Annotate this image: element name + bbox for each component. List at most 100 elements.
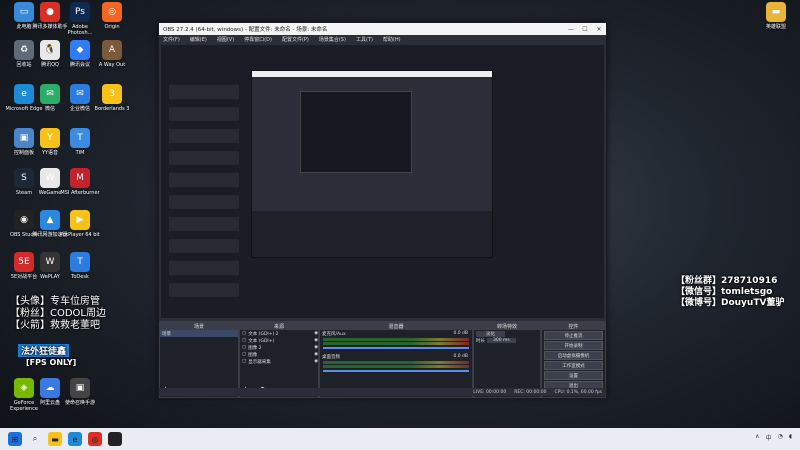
app-icon: A [102,40,122,60]
desktop-icon-label: MSI Afterburner [60,190,100,196]
source-item[interactable]: ▢ 文本 (GDI+) ◉ [240,337,318,344]
visibility-eye-icon[interactable]: ◉ [314,359,318,364]
mixer-header: 混音器 [320,322,472,330]
transition-duration[interactable]: 时长 300 ms [474,337,540,344]
chevron-up-icon[interactable]: ∧ [755,433,759,442]
obs-menu-item[interactable]: 帮助(H) [383,36,401,43]
visibility-eye-icon[interactable]: ◉ [314,345,318,350]
controls-header: 控件 [542,322,605,330]
obs-menu-item[interactable]: 编辑(E) [190,36,207,43]
source-item-label: 文本 (GDI+) [248,338,275,344]
scenes-header: 场景 [160,322,238,330]
volume-icon[interactable]: ◖ [789,433,792,442]
audio-meter-2 [323,361,469,364]
maximize-icon[interactable]: ☐ [578,26,592,33]
desktop-icon[interactable]: 3 Borderlands 3 [92,84,132,112]
overlay-wechat: 【微信号】tomletsgo [676,286,773,297]
desktop-icon-right[interactable]: ▬ 英雄联盟 [756,2,796,30]
source-item-label: 文本 (GDI+) 2 [248,331,279,337]
desktop-icon[interactable]: T TIM [60,128,100,156]
app-icon: 3 [102,84,122,104]
status-text: REC: 00:00:00 [514,389,547,395]
obs-menu-item[interactable]: 场景集合(S) [319,36,346,43]
transitions-header: 转场特效 [474,322,540,330]
transition-select[interactable]: 淡化 [474,330,540,337]
obs-icon[interactable]: ◉ [108,432,122,446]
overlay-fps-only: [FPS ONLY] [26,358,77,367]
chrome-icon[interactable]: ◎ [88,432,102,446]
nested-desktop-icons [169,85,239,305]
source-item-label: 显示器采集 [248,359,271,365]
desktop-icon-label: 使命召唤手游 [64,400,95,406]
control-button[interactable]: 工作室模式 [544,361,603,370]
windows-start-icon[interactable]: ⊞ [8,432,22,446]
obs-menu-item[interactable]: 配置文件(P) [282,36,309,43]
scene-item[interactable]: 场景 [160,330,238,337]
source-item[interactable]: ▢ 图像 2 ◉ [240,344,318,351]
obs-status-bar: LIVE: 00:00:00 REC: 00:00:00 CPU: 0.1%, 60… [159,388,606,396]
source-item[interactable]: ▢ 显示器采集 ◉ [240,358,318,365]
close-icon[interactable]: ✕ [592,26,606,33]
overlay-left-info: 【头像】专车位房管 【粉丝】CODOL周边 【火箭】救救老董吧 [10,296,106,332]
app-icon: ▣ [70,378,90,398]
nested-obs-preview [251,70,493,258]
volume-slider-1[interactable] [323,347,469,349]
desktop-icon-label: PotPlayer 64 bit [60,232,100,238]
file-explorer-icon[interactable]: ▬ [48,432,62,446]
desktop-icon[interactable]: ◎ Origin [92,2,132,30]
sources-dock: 来源 ▢ 文本 (GDI+) 2 ◉ ▢ 文本 (GDI+) ◉ ▢ 图像 2 ◉ ▢ 图像 ◉ ▢ 显示… [239,321,319,398]
desktop-icon[interactable]: A A Way Out [92,40,132,68]
ime-indicator[interactable]: 中 [766,433,772,442]
edge-icon[interactable]: e [68,432,82,446]
control-button[interactable]: 停止推流 [544,331,603,340]
control-button[interactable]: 启动虚拟摄像机 [544,351,603,360]
system-tray: ∧ 中 ◔ ◖ [755,433,792,442]
obs-preview[interactable] [161,45,604,318]
overlay-fan-group: 【粉丝群】278710916 [676,276,778,286]
app-icon: ☁ [40,378,60,398]
app-icon: ✉ [70,84,90,104]
visibility-eye-icon[interactable]: ◉ [314,331,318,336]
app-icon: T [70,128,90,148]
visibility-eye-icon[interactable]: ◉ [314,338,318,343]
transitions-dock: 转场特效 淡化 时长 300 ms [473,321,541,398]
controls-buttons: 停止推流 开始录制 启动虚拟摄像机 工作室模式 设置 退出 [542,331,605,390]
wifi-icon[interactable]: ◔ [778,433,783,442]
desktop-icon[interactable]: T ToDesk [60,252,100,280]
app-icon: ▲ [40,210,60,230]
audio-meter-1b [323,342,469,345]
desktop-icon[interactable]: ▣ 使命召唤手游 [60,378,100,406]
source-item-label: 图像 2 [248,345,262,351]
obs-menu-item[interactable]: 工具(T) [356,36,373,43]
desktop-icon[interactable]: ▶ PotPlayer 64 bit [60,210,100,238]
app-icon: ▶ [70,210,90,230]
app-icon: ◆ [70,40,90,60]
overlay-weibo: 【微博号】DouyuTV董驴 [676,297,785,308]
source-item[interactable]: ▢ 文本 (GDI+) 2 ◉ [240,330,318,337]
source-item-label: 图像 [248,352,258,358]
volume-slider-2[interactable] [323,370,469,372]
desktop-icon[interactable]: M MSI Afterburner [60,168,100,196]
scenes-dock: 场景 场景 ＋ − ∧ ∨ [159,321,239,398]
source-item[interactable]: ▢ 图像 ◉ [240,351,318,358]
obs-menu-item[interactable]: 文件(F) [163,36,180,43]
desktop-icon-label: A Way Out [98,62,126,68]
control-button[interactable]: 设置 [544,371,603,380]
minimize-icon[interactable]: — [564,26,578,33]
obs-menu-item[interactable]: 视图(V) [217,36,234,43]
visibility-eye-icon[interactable]: ◉ [314,352,318,357]
desktop-icon-label: TIM [75,150,85,156]
status-text: LIVE: 00:00:00 [473,389,507,395]
overlay-right-info: 【粉丝群】278710916 【微信号】tomletsgo 【微博号】Douyu… [676,276,784,308]
obs-menu-item[interactable]: 停靠窗口(D) [244,36,272,43]
taskbar: ⊞ ⌕ ▬ e ◎ ◉ ∧ 中 ◔ ◖ [0,428,800,450]
obs-window[interactable]: OBS 27.2.4 (64-bit, windows) - 配置文件: 未命名… [158,22,607,398]
overlay-left-line-3: 【火箭】救救老董吧 [10,320,100,331]
control-button[interactable]: 开始录制 [544,341,603,350]
app-icon: ✉ [40,84,60,104]
app-icon: W [40,252,60,272]
obs-window-title: OBS 27.2.4 (64-bit, windows) - 配置文件: 未命名… [163,27,328,33]
mixer-channel-1: 麦克风/Aux 0.0 dB [322,331,468,337]
search-icon[interactable]: ⌕ [28,432,42,446]
obs-title-bar[interactable]: OBS 27.2.4 (64-bit, windows) - 配置文件: 未命名… [159,23,606,35]
